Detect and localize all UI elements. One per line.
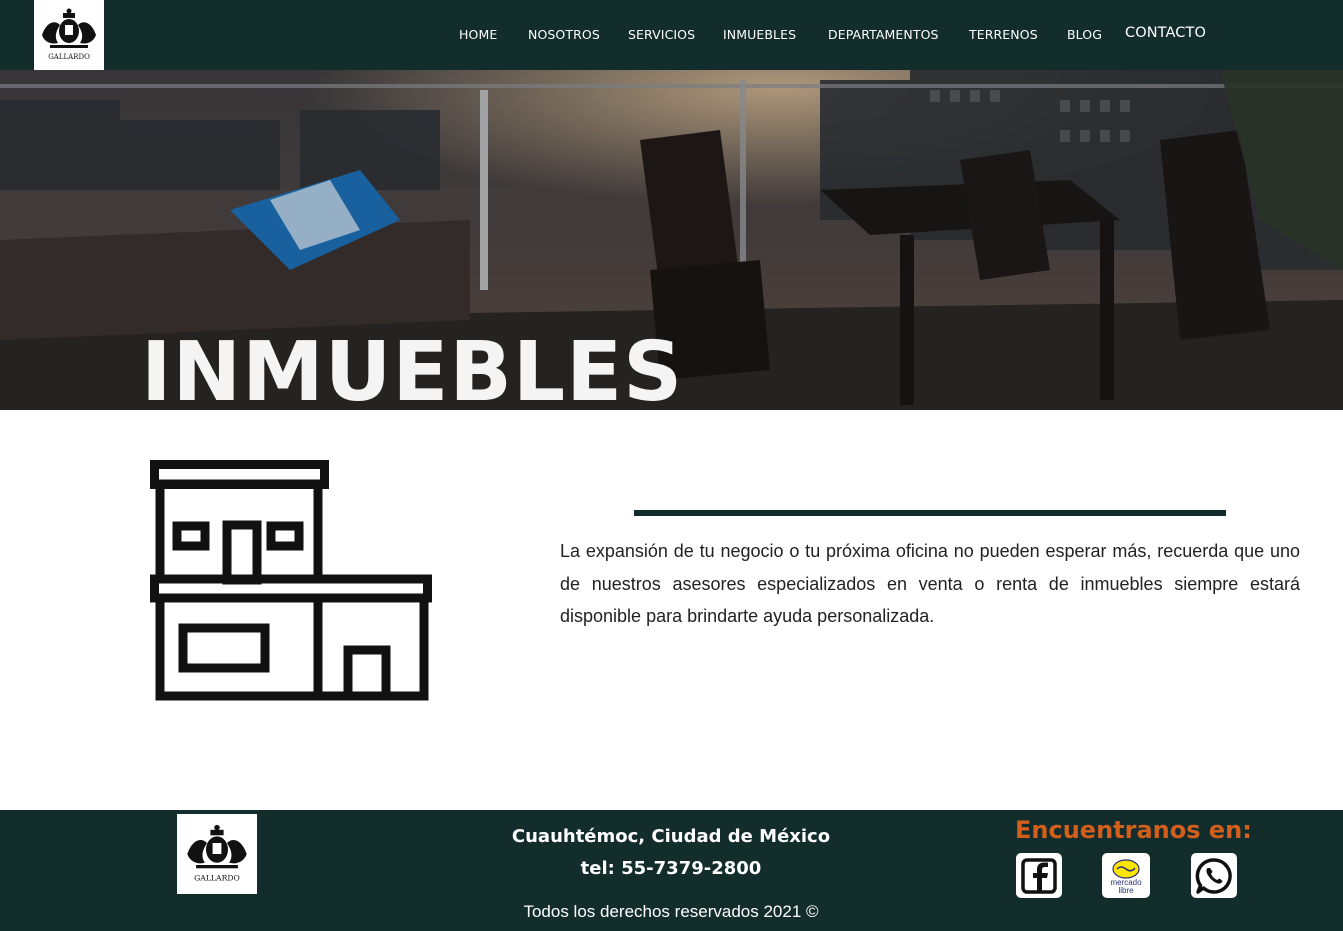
hero-banner: INMUEBLES bbox=[0, 70, 1343, 410]
nav-blog[interactable]: BLOG bbox=[1067, 27, 1102, 42]
nav-home[interactable]: HOME bbox=[459, 27, 497, 42]
footer-address: Cuauhtémoc, Ciudad de México bbox=[511, 826, 831, 847]
section-divider bbox=[634, 510, 1226, 516]
top-navbar: GALLARDO HOME NOSOTROS SERVICIOS INMUEBL… bbox=[0, 0, 1343, 70]
nav-contacto[interactable]: CONTACTO bbox=[1125, 25, 1206, 41]
svg-text:libre: libre bbox=[1118, 886, 1134, 895]
whatsapp-link[interactable] bbox=[1191, 853, 1237, 898]
copyright-text: Todos los derechos reservados 2021 © bbox=[523, 902, 819, 921]
crest-icon: GALLARDO bbox=[187, 824, 247, 882]
find-us-heading: Encuentranos en: bbox=[1015, 816, 1252, 844]
page-title: INMUEBLES bbox=[141, 325, 684, 411]
footer-logo[interactable]: GALLARDO bbox=[177, 814, 257, 894]
mercadolibre-icon: mercado libre bbox=[1110, 858, 1142, 895]
nav-nosotros[interactable]: NOSOTROS bbox=[528, 27, 600, 42]
nav-inmuebles[interactable]: INMUEBLES bbox=[723, 27, 796, 42]
whatsapp-icon bbox=[1195, 857, 1232, 894]
footer-phone[interactable]: tel: 55-7379-2800 bbox=[471, 858, 871, 879]
intro-text: La expansión de tu negocio o tu próxima … bbox=[560, 541, 1300, 626]
building-icon bbox=[150, 460, 432, 701]
footer: GALLARDO Cuauhtémoc, Ciudad de México te… bbox=[0, 810, 1343, 931]
facebook-icon bbox=[1021, 857, 1057, 894]
svg-text:GALLARDO: GALLARDO bbox=[194, 873, 240, 882]
nav-terrenos[interactable]: TERRENOS bbox=[969, 27, 1038, 42]
mercadolibre-link[interactable]: mercado libre bbox=[1102, 853, 1150, 898]
nav-departamentos[interactable]: DEPARTAMENTOS bbox=[828, 27, 939, 42]
main-menu: HOME NOSOTROS SERVICIOS INMUEBLES DEPART… bbox=[0, 0, 1343, 70]
facebook-link[interactable] bbox=[1016, 853, 1062, 898]
nav-servicios[interactable]: SERVICIOS bbox=[628, 27, 695, 42]
